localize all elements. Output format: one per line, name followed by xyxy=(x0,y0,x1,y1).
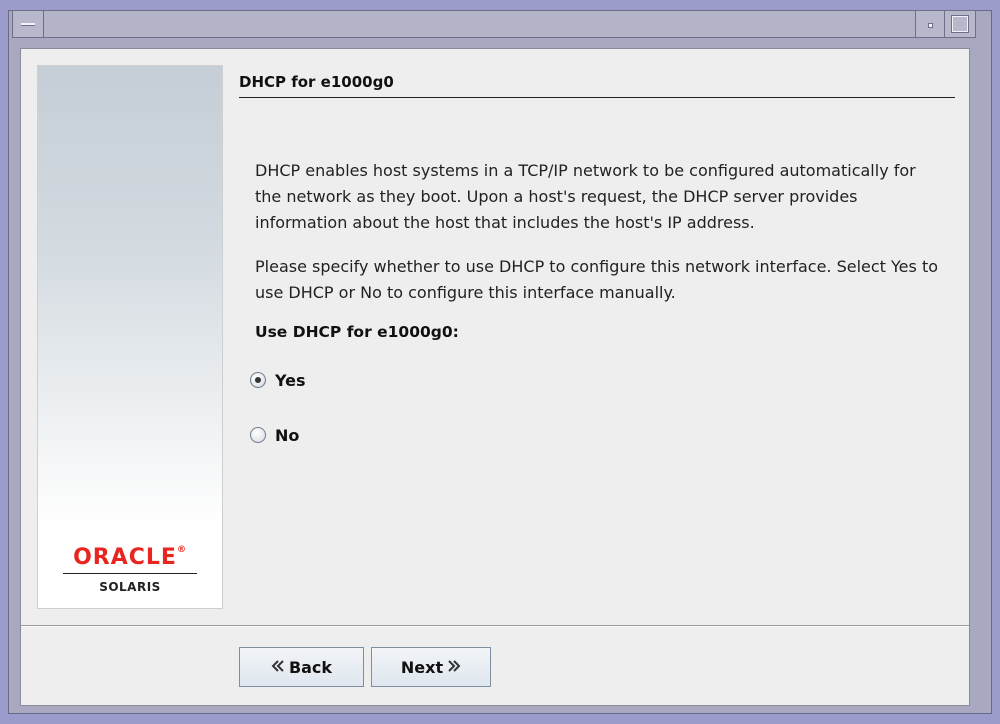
next-button-label: Next xyxy=(400,657,444,677)
logo-product: SOLARIS xyxy=(99,580,161,594)
footer-divider xyxy=(21,625,969,627)
radio-no[interactable] xyxy=(250,427,266,443)
maximize-icon[interactable] xyxy=(945,11,975,37)
dhcp-instructions: Please specify whether to use DHCP to co… xyxy=(255,257,938,302)
radio-option-yes[interactable]: Yes xyxy=(250,370,306,390)
next-button[interactable]: Next xyxy=(371,647,491,687)
installer-panel: ORACLE® SOLARIS DHCP for e1000g0 DHCP en… xyxy=(20,48,970,706)
chevron-right-double-icon xyxy=(447,659,461,676)
dhcp-question-label: Use DHCP for e1000g0: xyxy=(255,323,459,341)
dhcp-description: DHCP enables host systems in a TCP/IP ne… xyxy=(255,161,916,232)
branding-sidebar: ORACLE® SOLARIS xyxy=(37,65,223,609)
logo-divider xyxy=(63,573,197,574)
radio-yes-label[interactable]: Yes xyxy=(275,371,306,390)
oracle-solaris-logo: ORACLE® SOLARIS xyxy=(38,545,222,594)
back-button-label: Back xyxy=(288,657,333,677)
back-button[interactable]: Back xyxy=(239,647,364,687)
window-menu-icon[interactable] xyxy=(13,11,44,37)
logo-brand: ORACLE® xyxy=(73,545,187,570)
minimize-icon[interactable] xyxy=(915,11,945,37)
radio-no-label[interactable]: No xyxy=(275,426,299,445)
title-bar[interactable] xyxy=(12,10,976,38)
page-title: DHCP for e1000g0 xyxy=(239,73,955,98)
radio-yes[interactable] xyxy=(250,372,266,388)
radio-option-no[interactable]: No xyxy=(250,425,299,445)
chevron-left-double-icon xyxy=(271,659,285,676)
